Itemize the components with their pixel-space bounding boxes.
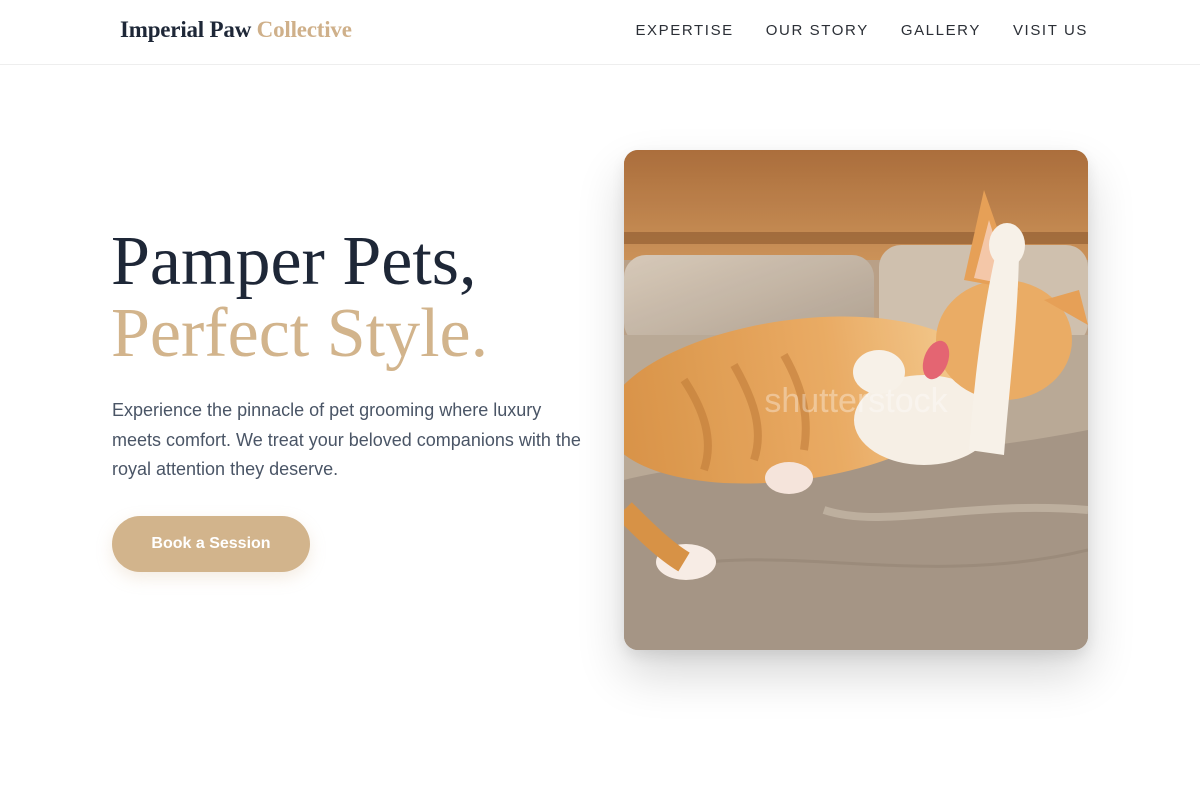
book-session-button[interactable]: Book a Session	[112, 516, 310, 572]
nav-link-our-story[interactable]: OUR STORY	[766, 22, 869, 39]
brand-name-main: Imperial Paw	[120, 17, 252, 42]
hero-cat-photo: shutterstock	[624, 150, 1088, 650]
hero-description: Experience the pinnacle of pet grooming …	[112, 400, 581, 479]
nav-link-gallery[interactable]: GALLERY	[901, 22, 981, 39]
brand-name-accent: Collective	[256, 17, 352, 42]
hero-title-line1: Pamper Pets,	[111, 223, 477, 300]
cat-on-sofa-illustration: shutterstock	[624, 150, 1088, 650]
hero-title-line2: Perfect Style.	[111, 295, 489, 372]
nav-link-expertise[interactable]: EXPERTISE	[635, 22, 733, 39]
hero-title: Pamper Pets, Perfect Style.	[111, 226, 488, 370]
nav-link-visit-us[interactable]: VISIT US	[1013, 22, 1088, 39]
main-nav: EXPERTISE OUR STORY GALLERY VISIT US	[635, 22, 1088, 39]
top-navigation-bar: Imperial Paw Collective EXPERTISE OUR ST…	[0, 0, 1200, 65]
image-watermark: shutterstock	[764, 382, 948, 420]
brand-logo[interactable]: Imperial Paw Collective	[120, 17, 352, 43]
